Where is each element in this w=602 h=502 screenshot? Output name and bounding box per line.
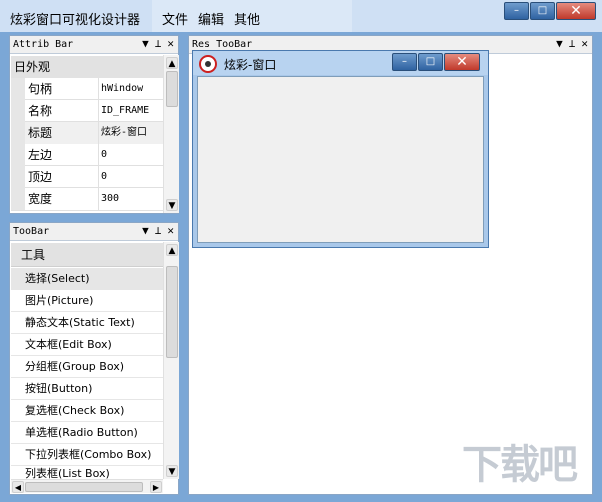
tool-group-tools[interactable]: 工具 — [11, 243, 163, 267]
property-row[interactable]: 宽度 300 — [11, 188, 163, 211]
design-window-title: 炫彩-窗口 — [224, 58, 277, 72]
tool-item-picture[interactable]: 图片(Picture) — [11, 290, 163, 312]
scroll-right-icon[interactable]: ▶ — [150, 481, 162, 493]
property-name: 名称 — [25, 100, 99, 122]
pin-icon[interactable]: ⊥ — [155, 224, 162, 237]
property-group-appearance[interactable]: 日外观 — [11, 56, 163, 78]
property-name: 宽度 — [25, 188, 99, 210]
close-button[interactable]: ✕ — [556, 2, 596, 20]
toolbar-vertical-scrollbar[interactable]: ▲ ▼ — [163, 242, 179, 479]
close-icon[interactable]: ✕ — [167, 224, 174, 237]
pin-icon[interactable]: ⊥ — [569, 37, 576, 50]
property-name: 标题 — [25, 122, 99, 144]
property-row[interactable]: 左边 0 — [11, 144, 163, 166]
scroll-up-icon[interactable]: ▲ — [166, 57, 178, 69]
property-row[interactable]: 标题 炫彩-窗口 — [11, 122, 163, 144]
tool-item-check-box[interactable]: 复选框(Check Box) — [11, 400, 163, 422]
scroll-down-icon[interactable]: ▼ — [166, 465, 178, 477]
property-row[interactable]: 名称 ID_FRAME — [11, 100, 163, 122]
minimize-button[interactable]: – — [504, 2, 529, 20]
property-value[interactable]: 炫彩-窗口 — [99, 122, 163, 144]
scroll-thumb[interactable] — [166, 71, 178, 107]
attrib-bar-header: Attrib Bar ▼ ⊥ ✕ — [10, 36, 178, 54]
design-window[interactable]: 炫彩-窗口 – □ ✕ — [192, 50, 489, 248]
property-value[interactable]: 0 — [99, 166, 163, 188]
property-name: 句柄 — [25, 78, 99, 100]
app-window: 炫彩窗口可视化设计器 文件 编辑 其他 – □ ✕ Attrib Bar ▼ ⊥… — [0, 0, 602, 502]
toolbar-panel-header: TooBar ▼ ⊥ ✕ — [10, 223, 178, 241]
property-value[interactable]: ID_FRAME — [99, 100, 163, 122]
toolbar-panel-title: TooBar — [13, 226, 50, 237]
close-button[interactable]: ✕ — [444, 53, 480, 71]
tool-item-edit-box[interactable]: 文本框(Edit Box) — [11, 334, 163, 356]
app-title: 炫彩窗口可视化设计器 — [10, 13, 141, 28]
design-window-titlebar[interactable]: 炫彩-窗口 – □ ✕ — [193, 51, 488, 75]
dropdown-icon[interactable]: ▼ — [142, 224, 149, 237]
menu-edit[interactable]: 编辑 — [198, 9, 224, 28]
attrib-bar-panel: Attrib Bar ▼ ⊥ ✕ 日外观 句柄 hWindow 名称 ID_FR… — [9, 35, 179, 214]
attrib-bar-title: Attrib Bar — [13, 39, 74, 50]
property-value[interactable]: 300 — [99, 188, 163, 210]
tool-item-static-text[interactable]: 静态文本(Static Text) — [11, 312, 163, 334]
tool-item-select[interactable]: 选择(Select) — [11, 268, 163, 290]
scroll-up-icon[interactable]: ▲ — [166, 244, 178, 256]
eye-logo-icon — [199, 55, 217, 73]
attrib-vertical-scrollbar[interactable]: ▲ ▼ — [163, 55, 179, 213]
maximize-button[interactable]: □ — [418, 53, 443, 71]
toolbar-horizontal-scrollbar[interactable]: ◀ ▶ — [11, 479, 163, 493]
property-value[interactable]: 0 — [99, 144, 163, 166]
scroll-left-icon[interactable]: ◀ — [12, 481, 24, 493]
watermark-logo: 下载吧 — [462, 442, 578, 488]
menu-file[interactable]: 文件 — [162, 9, 188, 28]
property-value[interactable]: hWindow — [99, 78, 163, 100]
property-name: 左边 — [25, 144, 99, 166]
menu-other[interactable]: 其他 — [234, 9, 260, 28]
pin-icon[interactable]: ⊥ — [155, 37, 162, 50]
dropdown-icon[interactable]: ▼ — [556, 37, 563, 50]
tool-item-radio-button[interactable]: 单选框(Radio Button) — [11, 422, 163, 444]
tool-item-button[interactable]: 按钮(Button) — [11, 378, 163, 400]
close-icon[interactable]: ✕ — [167, 37, 174, 50]
title-bar: 炫彩窗口可视化设计器 文件 编辑 其他 – □ ✕ — [0, 0, 602, 32]
property-name: 顶边 — [25, 166, 99, 188]
tool-item-list-box[interactable]: 列表框(List Box) — [11, 466, 163, 480]
scroll-thumb[interactable] — [25, 482, 143, 492]
tool-item-combo-box[interactable]: 下拉列表框(Combo Box) — [11, 444, 163, 466]
tool-item-group-box[interactable]: 分组框(Group Box) — [11, 356, 163, 378]
design-window-controls: – □ ✕ — [392, 53, 480, 71]
res-toolbar-title: Res TooBar — [192, 39, 253, 50]
property-row[interactable]: 顶边 0 — [11, 166, 163, 188]
scroll-down-icon[interactable]: ▼ — [166, 199, 178, 211]
toolbar-panel: TooBar ▼ ⊥ ✕ 工具 选择(Select) 图片(Picture) 静… — [9, 222, 179, 495]
menu-bar: 文件 编辑 其他 — [152, 0, 352, 32]
maximize-button[interactable]: □ — [530, 2, 555, 20]
window-controls: – □ ✕ — [504, 2, 596, 20]
dropdown-icon[interactable]: ▼ — [142, 37, 149, 50]
property-row[interactable]: 句柄 hWindow — [11, 78, 163, 100]
minimize-button[interactable]: – — [392, 53, 417, 71]
scroll-thumb[interactable] — [166, 266, 178, 358]
close-icon[interactable]: ✕ — [581, 37, 588, 50]
design-window-client-area[interactable] — [197, 76, 484, 243]
